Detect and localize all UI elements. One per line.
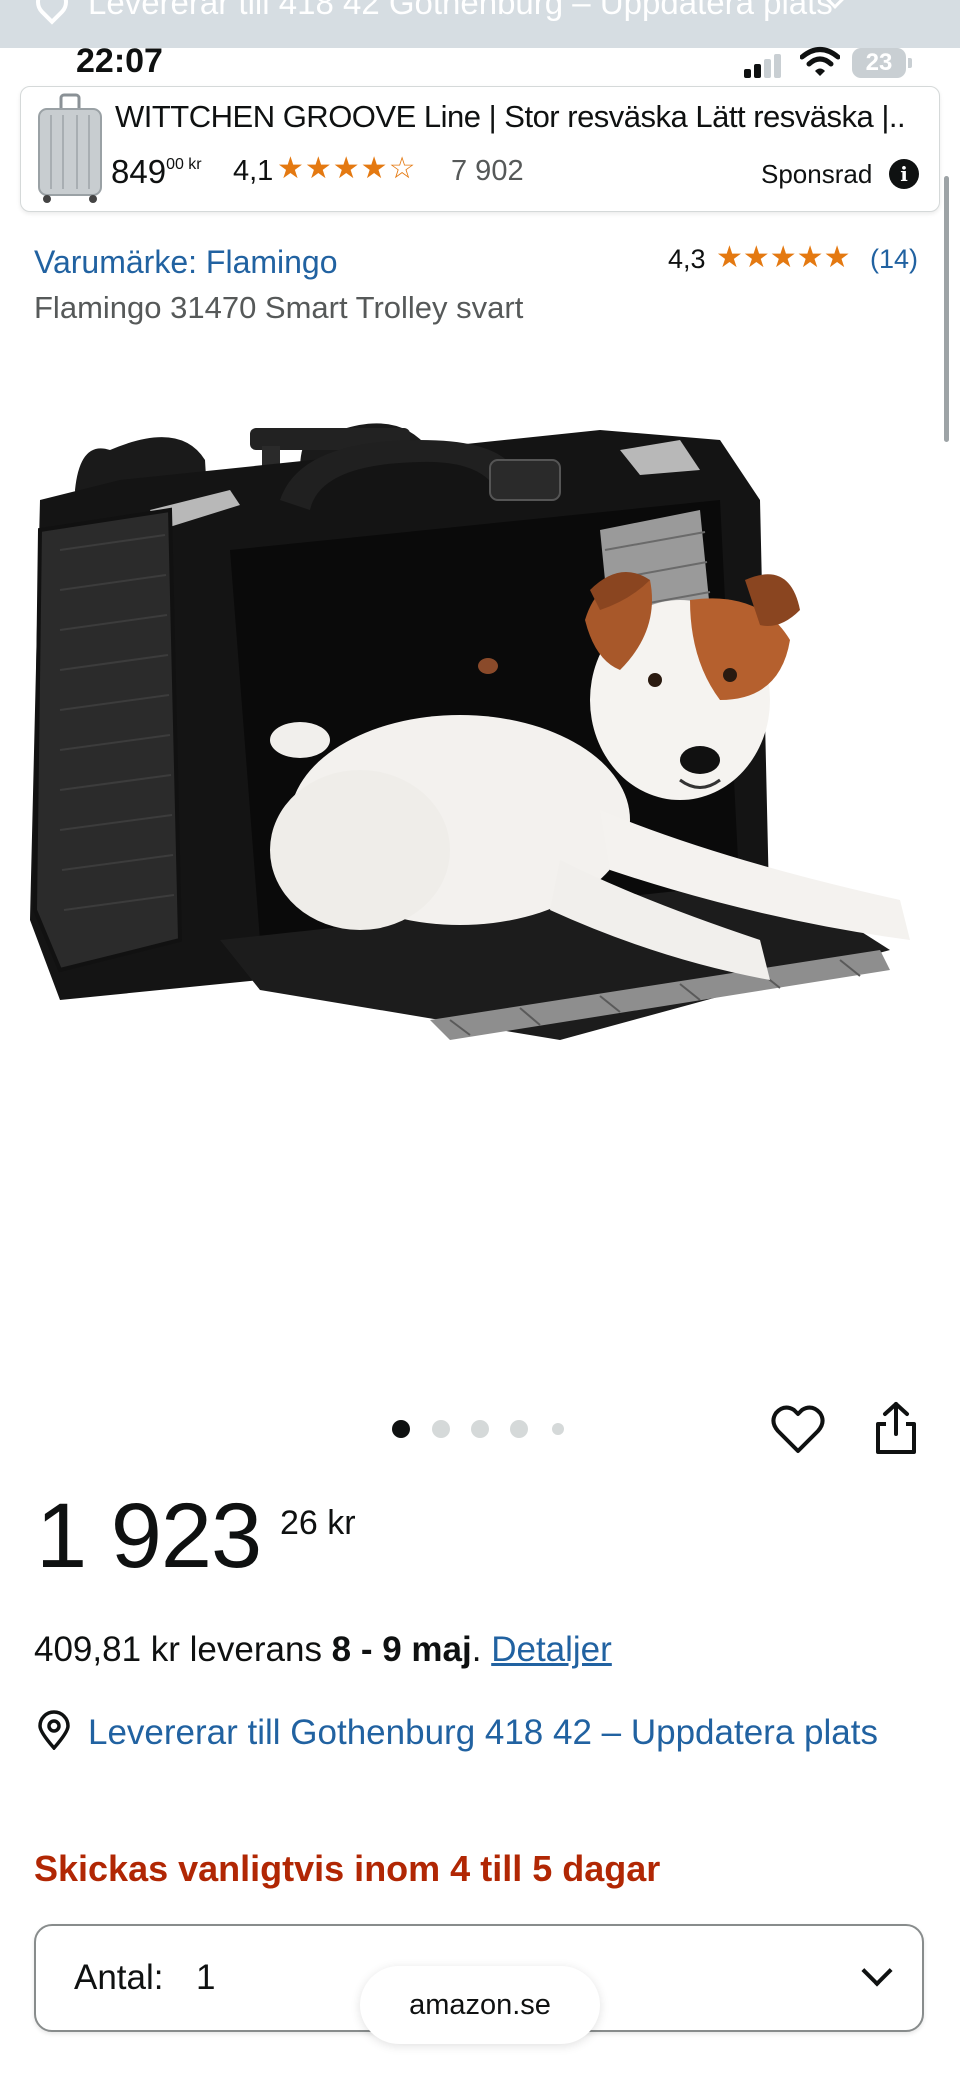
shipping-status: Skickas vanligtvis inom 4 till 5 dagar (34, 1848, 661, 1889)
delivery-info: 409,81 kr leverans 8 - 9 maj. Detaljer (34, 1630, 612, 1670)
price-main: 1 923 (36, 1485, 262, 1587)
wifi-icon (800, 47, 840, 76)
ad-price-sup: 00 kr (166, 156, 202, 173)
info-icon[interactable]: i (889, 159, 919, 189)
carousel-dot[interactable] (552, 1423, 564, 1435)
clock: 22:07 (76, 42, 163, 80)
update-location-link[interactable]: Levererar till Gothenburg 418 42 – Uppda… (88, 1708, 928, 1758)
delivery-prefix: 409,81 kr leverans (34, 1630, 332, 1669)
product-image[interactable] (0, 380, 960, 1280)
quantity-label: Antal: (74, 1958, 164, 1997)
product-rating-count[interactable]: (14) (870, 244, 918, 275)
details-link[interactable]: Detaljer (491, 1630, 612, 1669)
product-title: Flamingo 31470 Smart Trolley svart (34, 290, 524, 325)
product-stars-icon[interactable]: ★★★★★ (716, 240, 850, 275)
location-pin-icon (38, 1710, 70, 1750)
suitcase-thumbnail (38, 93, 102, 203)
carousel-dot[interactable] (471, 1420, 489, 1438)
carousel-dot[interactable] (432, 1420, 450, 1438)
signal-icon (744, 52, 784, 78)
product-rating: 4,3 (668, 244, 706, 274)
location-banner-text: Levererar till 418 42 Gothenburg – Uppda… (88, 0, 833, 21)
browser-url-bar[interactable]: amazon.se (360, 1966, 600, 2044)
carousel-dot[interactable] (392, 1420, 410, 1438)
ad-title[interactable]: WITTCHEN GROOVE Line | Stor resväska Lät… (115, 99, 905, 135)
ad-rating: 4,1 (233, 155, 274, 187)
sponsored-ad-card[interactable]: WITTCHEN GROOVE Line | Stor resväska Lät… (20, 86, 940, 212)
share-icon[interactable] (872, 1400, 920, 1456)
carousel-dot[interactable] (510, 1420, 528, 1438)
delivery-dates: 8 - 9 maj (331, 1630, 472, 1669)
heart-icon[interactable] (770, 1404, 826, 1456)
brand-link[interactable]: Varumärke: Flamingo (34, 244, 338, 281)
location-pin-icon (29, 0, 75, 25)
chevron-down-icon (861, 1955, 893, 1987)
quantity-value: 1 (196, 1958, 216, 1997)
battery-icon: 23 (852, 48, 906, 78)
ad-stars-icon: ★★★★☆ (277, 152, 417, 185)
ad-rating-count: 7 902 (451, 155, 524, 187)
ad-price-main: 849 (111, 153, 167, 190)
battery-cap (908, 58, 912, 68)
status-bar: 22:07 23 (0, 40, 960, 84)
delivery-dot: . (471, 1630, 492, 1669)
ad-price: 84900 kr (111, 153, 202, 191)
sponsored-label: Sponsrad (761, 159, 873, 189)
price-fraction: 26 kr (280, 1504, 356, 1542)
